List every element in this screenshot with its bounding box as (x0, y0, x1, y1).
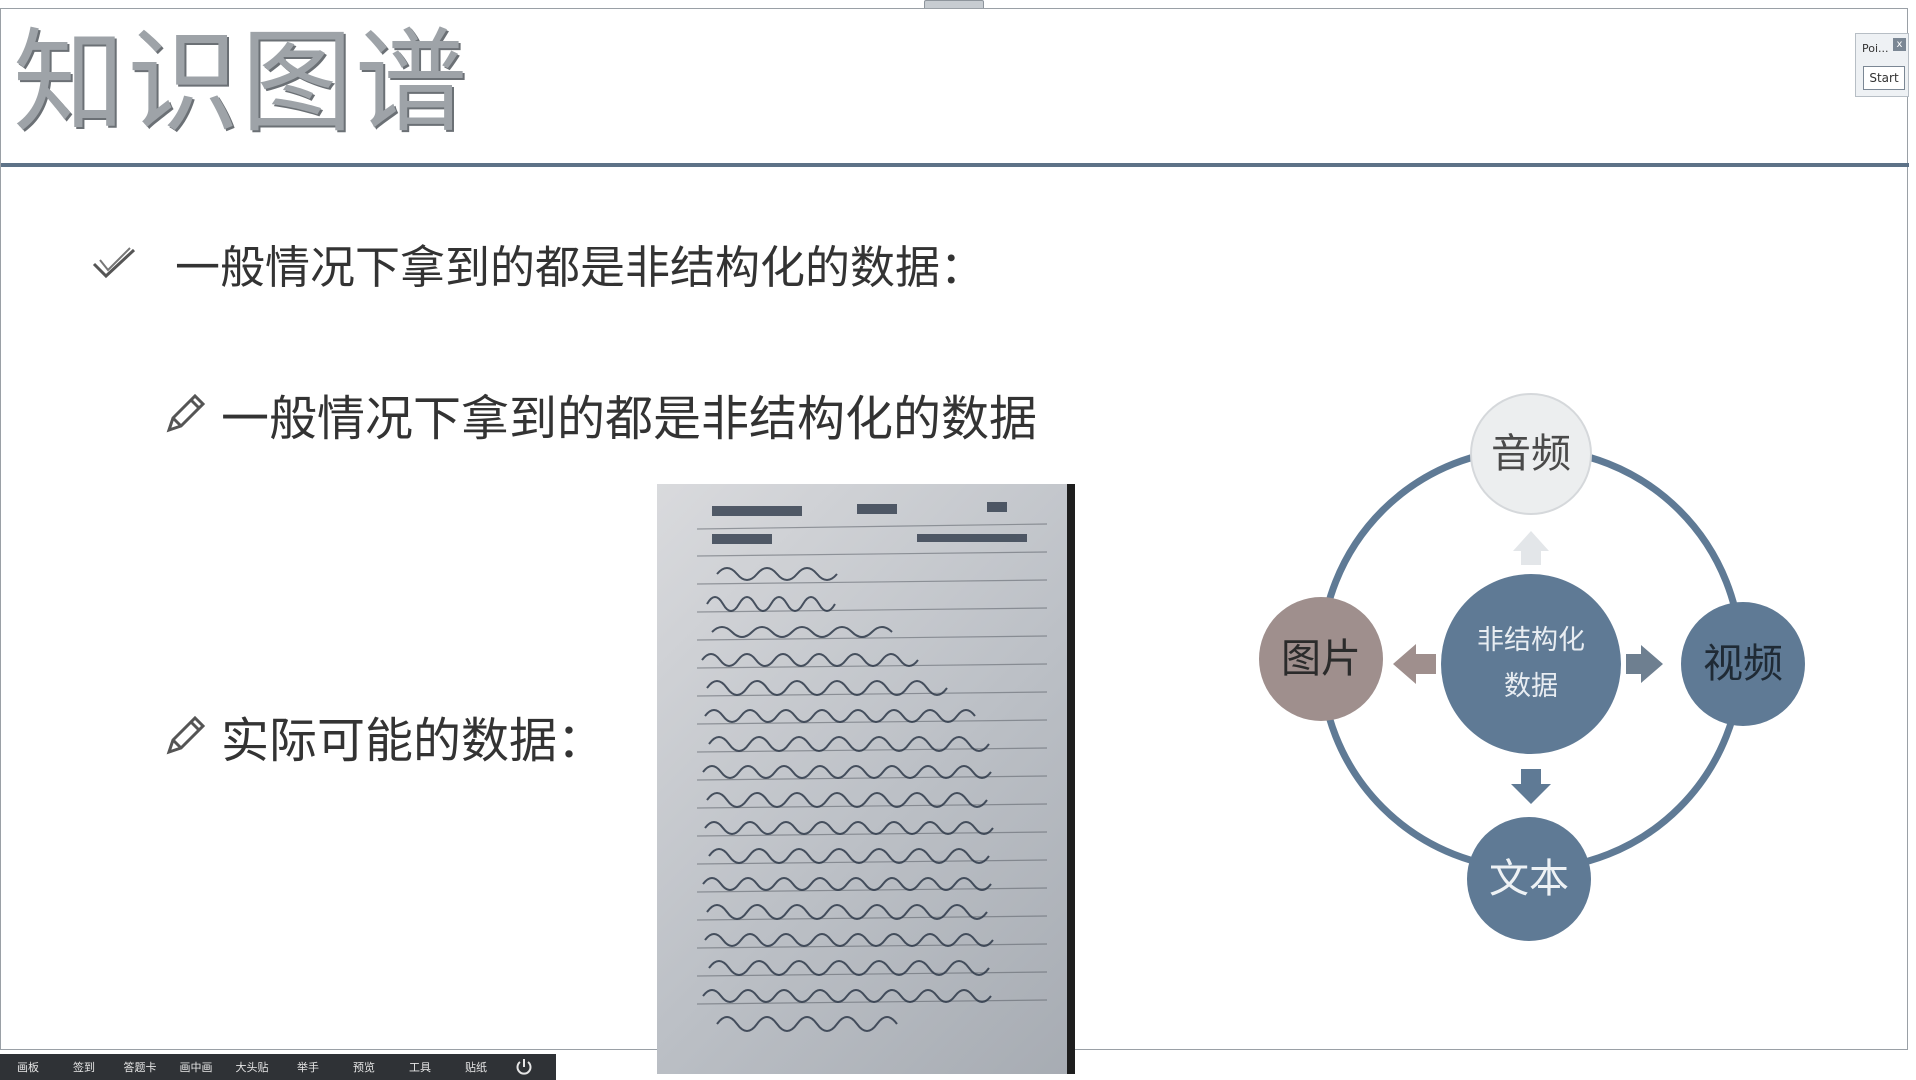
bullet-2-text: 一般情况下拿到的都是非结构化的数据 (221, 391, 1038, 447)
bullet-2: 一般情况下拿到的都是非结构化的数据 (161, 379, 1037, 449)
audio-node-label: 音频 (1491, 431, 1571, 477)
toolbar-item-checkin[interactable]: 签到 (56, 1059, 112, 1075)
power-icon[interactable] (504, 1058, 544, 1076)
slide-canvas: 知识图谱 Poi... x Start 一般情况下拿到的都是非结构化的数据： 一… (0, 8, 1909, 1074)
arrow-left-icon (1393, 644, 1436, 684)
unstructured-data-diagram: 非结构化 数据 音频 视频 文本 图片 (1259, 393, 1805, 941)
picture-node-label: 图片 (1281, 636, 1361, 682)
presenter-mini-panel: Poi... x Start (1855, 33, 1909, 97)
arrow-right-icon (1626, 645, 1663, 683)
checkmark-icon (92, 246, 136, 278)
center-node-line1: 非结构化 (1477, 625, 1585, 656)
slide-title: 知识图谱 (13, 18, 469, 148)
bullet-3-text: 实际可能的数据： (221, 713, 606, 769)
toolbar-item-preview[interactable]: 预览 (336, 1059, 392, 1075)
toolbar-item-raise-hand[interactable]: 举手 (280, 1059, 336, 1075)
bullet-1: 一般情况下拿到的都是非结构化的数据： (91, 231, 985, 296)
toolbar-item-whiteboard[interactable]: 画板 (0, 1059, 56, 1075)
mini-panel-title: Poi... (1862, 42, 1889, 55)
bullet-3: 实际可能的数据： (161, 701, 605, 771)
text-node-label: 文本 (1489, 856, 1569, 902)
start-button[interactable]: Start (1863, 66, 1905, 90)
center-node (1441, 574, 1621, 754)
close-icon[interactable]: x (1893, 38, 1906, 51)
classroom-toolbar: 画板 签到 答题卡 画中画 大头贴 举手 预览 工具 贴纸 (0, 1054, 556, 1080)
handwritten-record-image (657, 484, 1075, 1074)
arrow-down-icon (1511, 769, 1551, 804)
video-node-label: 视频 (1703, 641, 1783, 687)
pencil-icon (166, 393, 206, 433)
arrow-up-icon (1513, 531, 1549, 565)
center-node-line2: 数据 (1504, 671, 1558, 702)
handwriting-scribbles (696, 502, 1048, 1032)
pencil-icon (166, 715, 206, 755)
toolbar-item-answer-card[interactable]: 答题卡 (112, 1059, 168, 1075)
toolbar-item-picture-in-picture[interactable]: 画中画 (168, 1059, 224, 1075)
toolbar-item-tools[interactable]: 工具 (392, 1059, 448, 1075)
title-divider (1, 163, 1909, 167)
bullet-1-text: 一般情况下拿到的都是非结构化的数据： (175, 241, 986, 294)
toolbar-item-stickers[interactable]: 贴纸 (448, 1059, 504, 1075)
toolbar-item-sticker-photo[interactable]: 大头贴 (224, 1059, 280, 1075)
